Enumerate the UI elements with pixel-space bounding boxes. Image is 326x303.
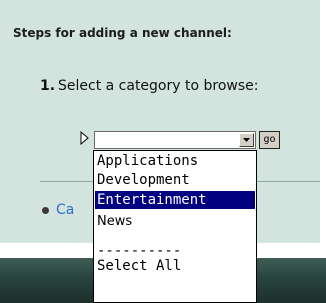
steps-heading: Steps for adding a new channel: (13, 26, 232, 40)
category-select[interactable] (94, 131, 256, 149)
chevron-down-icon (243, 138, 250, 142)
dropdown-item-select-all[interactable]: Select All (95, 257, 255, 275)
dropdown-item-applications[interactable]: Applications (95, 152, 255, 170)
dropdown-item-development[interactable]: Development (95, 171, 255, 189)
dropdown-item-news[interactable]: News (95, 213, 255, 231)
category-dropdown-list[interactable]: Applications Development Entertainment N… (93, 150, 257, 303)
dropdown-separator: ---------- (97, 245, 182, 257)
dropdown-toggle-button[interactable] (239, 133, 254, 147)
channel-link[interactable]: Ca (56, 202, 74, 218)
dropdown-item-entertainment[interactable]: Entertainment (95, 191, 255, 209)
go-button[interactable]: go (259, 131, 280, 149)
step-text: Select a category to browse: (58, 78, 259, 94)
bullet-icon (42, 207, 49, 214)
arrow-right-icon (80, 131, 89, 145)
step-number: 1. (40, 78, 56, 94)
